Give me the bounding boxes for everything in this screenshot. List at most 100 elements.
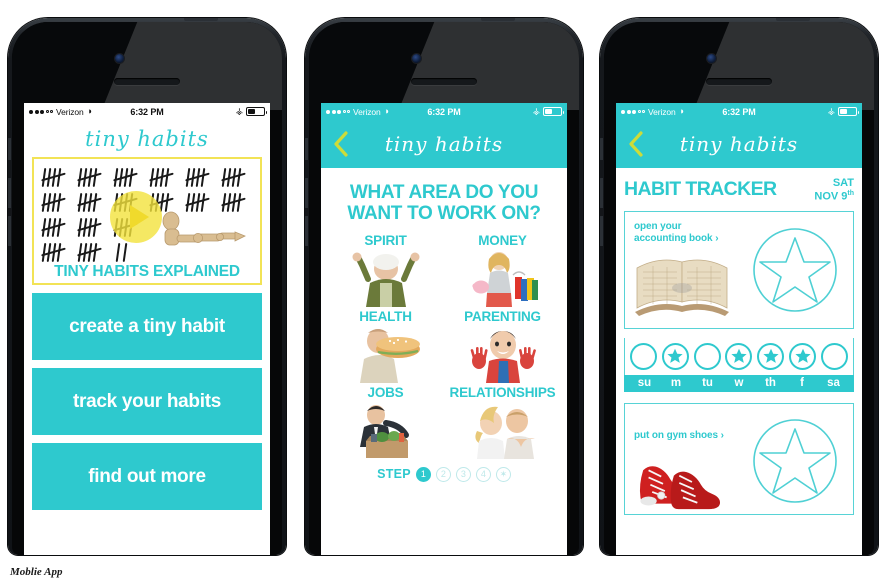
nav-bar: tiny habits bbox=[321, 120, 567, 168]
area-option-relationships[interactable]: RELATIONSHIPS bbox=[444, 385, 561, 459]
find-out-more-button[interactable]: find out more bbox=[32, 443, 262, 510]
day-label-su: su bbox=[637, 376, 652, 389]
volume-down-button[interactable] bbox=[305, 216, 308, 246]
volume-up-button[interactable] bbox=[8, 178, 11, 208]
front-camera-icon bbox=[707, 54, 716, 63]
day-label-th: th bbox=[765, 376, 776, 389]
chevron-right-icon: › bbox=[720, 429, 724, 441]
day-circle-su[interactable] bbox=[630, 342, 657, 370]
man-carrying-office-box-photo bbox=[359, 404, 409, 458]
week-day-labels: su m tu w th f sa bbox=[624, 374, 854, 392]
area-option-parenting[interactable]: PARENTING bbox=[444, 309, 561, 383]
clock-label: 6:32 PM bbox=[722, 106, 756, 117]
app-wordmark: tiny habits bbox=[85, 127, 209, 151]
volume-down-button[interactable] bbox=[8, 216, 11, 246]
step-dot-1[interactable]: 1 bbox=[415, 466, 431, 482]
track-your-habits-button[interactable]: track your habits bbox=[32, 368, 262, 435]
mute-switch[interactable] bbox=[305, 138, 308, 160]
day-circle-w[interactable] bbox=[725, 342, 753, 370]
step-dot-star[interactable]: ✶ bbox=[495, 466, 511, 482]
create-a-tiny-habit-button[interactable]: create a tiny habit bbox=[32, 293, 262, 360]
area-label: RELATIONSHIPS bbox=[449, 384, 556, 400]
app-wordmark-container: tiny habits bbox=[24, 120, 270, 157]
day-label-w: w bbox=[734, 376, 744, 389]
clock-label: 6:32 PM bbox=[130, 106, 164, 117]
wooden-mannequin-graphic bbox=[162, 211, 246, 246]
day-circle-sa[interactable] bbox=[820, 342, 848, 370]
area-label: MONEY bbox=[478, 232, 527, 248]
area-thumbnail bbox=[327, 401, 444, 459]
page-title: WHAT AREA DO YOU WANT TO WORK ON? bbox=[321, 168, 567, 231]
area-option-spirit[interactable]: SPIRIT bbox=[327, 233, 444, 307]
front-camera-icon bbox=[115, 54, 124, 63]
page-title: HABIT TRACKER bbox=[624, 178, 777, 200]
play-button-icon[interactable] bbox=[110, 191, 162, 243]
video-card[interactable]: TINY HABITS EXPLAINED bbox=[32, 157, 262, 285]
tracker-date-weekday: SAT bbox=[832, 177, 854, 189]
star-outline-icon[interactable] bbox=[751, 417, 839, 505]
screen-glare bbox=[365, 22, 579, 110]
habit-link-line2: accounting book › bbox=[634, 233, 719, 245]
step-label: STEP bbox=[377, 467, 411, 482]
older-woman-cheering-photo bbox=[352, 252, 419, 307]
woman-with-piggy-bank-and-shopping-bags-photo bbox=[471, 251, 538, 307]
area-label: PARENTING bbox=[464, 308, 541, 324]
earpiece-speaker bbox=[411, 78, 477, 85]
app-wordmark: tiny habits bbox=[679, 132, 799, 156]
day-circle-th[interactable] bbox=[757, 342, 785, 370]
habit-card-accounting-book[interactable]: open your accounting book › bbox=[624, 210, 854, 329]
volume-up-button[interactable] bbox=[600, 178, 603, 208]
status-bar: Verizon ◑ 6:32 PM ⚶ bbox=[616, 103, 862, 120]
phone-top-glass bbox=[604, 22, 874, 110]
power-button[interactable] bbox=[776, 18, 810, 21]
area-label: JOBS bbox=[367, 384, 404, 400]
back-chevron-icon[interactable] bbox=[333, 131, 349, 157]
volume-up-button[interactable] bbox=[305, 178, 308, 208]
step-dot-4[interactable]: 4 bbox=[475, 466, 491, 482]
habit-card-gym-shoes[interactable]: put on gym shoes › bbox=[624, 402, 854, 515]
phone-top-glass bbox=[309, 22, 579, 110]
man-eating-large-sandwich-photo bbox=[359, 328, 420, 383]
status-bar: Verizon ◑ 6:32 PM ⚶ bbox=[321, 103, 567, 120]
power-button[interactable] bbox=[481, 18, 515, 21]
step-dot-3[interactable]: 3 bbox=[455, 466, 471, 482]
front-camera-icon bbox=[412, 54, 421, 63]
day-circle-m[interactable] bbox=[661, 342, 689, 370]
couple-foreheads-together-photo bbox=[474, 406, 535, 459]
star-filled-icon bbox=[667, 349, 683, 364]
step-dot-2[interactable]: 2 bbox=[435, 466, 451, 482]
phone-mockup-1: Verizon ◑ 6:32 PM ⚶ tiny habits TINY HAB… bbox=[8, 18, 286, 555]
day-circle-tu[interactable] bbox=[693, 342, 721, 370]
child-with-painted-hands-photo bbox=[470, 330, 536, 383]
star-filled-icon bbox=[731, 349, 747, 364]
screen-home: Verizon ◑ 6:32 PM ⚶ tiny habits TINY HAB… bbox=[24, 103, 270, 555]
day-circle-f[interactable] bbox=[789, 342, 817, 370]
video-caption: TINY HABITS EXPLAINED bbox=[54, 263, 240, 280]
area-label: HEALTH bbox=[359, 308, 412, 324]
area-option-money[interactable]: MONEY bbox=[444, 233, 561, 307]
app-wordmark: tiny habits bbox=[384, 132, 504, 156]
mute-switch[interactable] bbox=[600, 138, 603, 160]
day-label-sa: sa bbox=[827, 376, 840, 389]
figure-caption: Moblie App bbox=[10, 566, 63, 578]
back-chevron-icon[interactable] bbox=[628, 131, 644, 157]
area-option-health[interactable]: HEALTH bbox=[327, 309, 444, 383]
power-button[interactable] bbox=[184, 18, 218, 21]
tracker-date-value: NOV 9 bbox=[814, 190, 848, 203]
phone-mockup-3: Verizon ◑ 6:32 PM ⚶ tiny habits HABIT TR… bbox=[600, 18, 878, 555]
volume-down-button[interactable] bbox=[600, 216, 603, 246]
habit-link-line1: open your bbox=[634, 220, 682, 232]
earpiece-speaker bbox=[114, 78, 180, 85]
star-outline-icon[interactable] bbox=[751, 226, 839, 314]
area-option-jobs[interactable]: JOBS bbox=[327, 385, 444, 459]
star-filled-icon bbox=[795, 349, 811, 364]
habit-link[interactable]: open your accounting book › bbox=[634, 220, 719, 246]
habit-link[interactable]: put on gym shoes › bbox=[634, 430, 724, 443]
mute-switch[interactable] bbox=[8, 138, 11, 160]
day-label-tu: tu bbox=[702, 376, 713, 389]
week-circles bbox=[624, 337, 854, 375]
screen-habit-tracker: Verizon ◑ 6:32 PM ⚶ tiny habits HABIT TR… bbox=[616, 103, 862, 555]
chevron-right-icon: › bbox=[715, 233, 719, 245]
day-label-f: f bbox=[800, 376, 804, 389]
play-triangle bbox=[129, 205, 149, 229]
